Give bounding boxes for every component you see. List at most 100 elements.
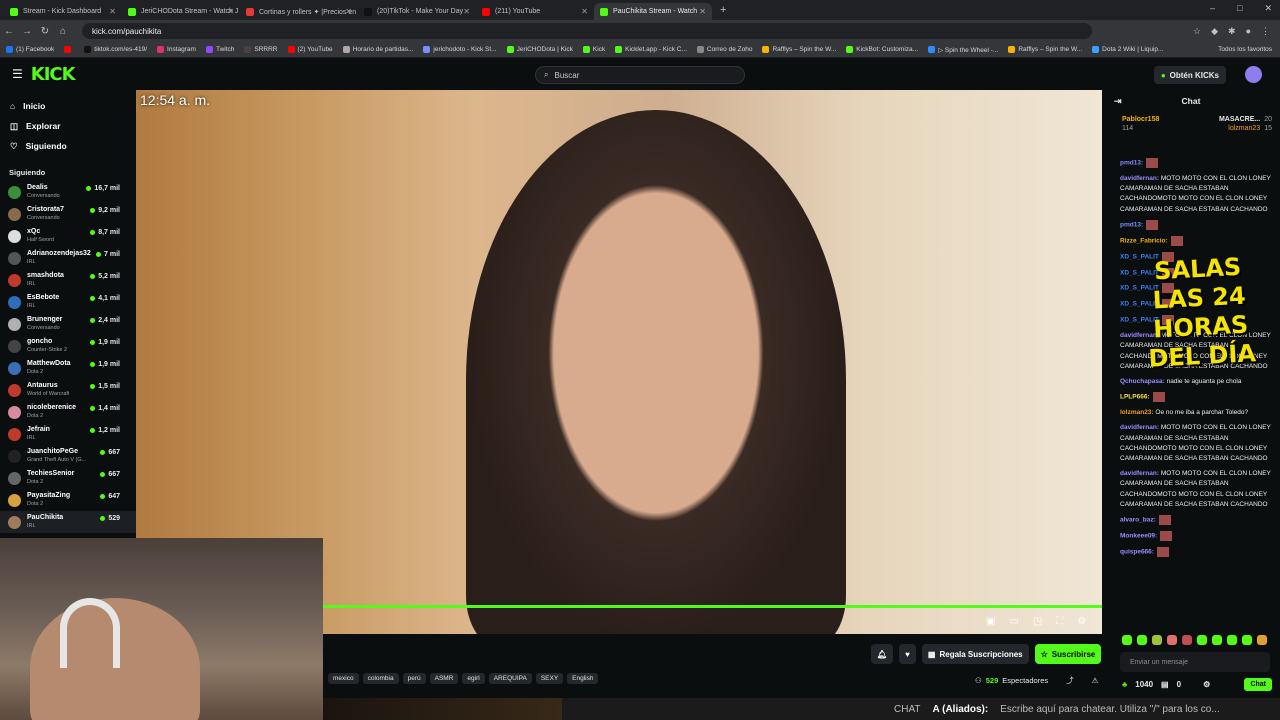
reload-icon[interactable]: ↻: [36, 26, 54, 37]
browser-tab[interactable]: JeriCHODota Stream - Watch J ✕: [122, 3, 240, 20]
settings-gear-icon[interactable]: ⚙: [1077, 616, 1086, 627]
bookmark-item[interactable]: KickBot: Customiza...: [846, 46, 918, 53]
video-progress-line[interactable]: [323, 605, 1102, 608]
followed-channel[interactable]: Jefrain IRL 1,2 mil: [0, 423, 136, 445]
followed-channel[interactable]: goncho Counter-Strike 2 1,9 mil: [0, 335, 136, 357]
followed-channel[interactable]: Brunenger Conversando 2,4 mil: [0, 313, 136, 335]
bookmark-item[interactable]: Rafflys – Spin the W...: [762, 46, 836, 53]
bookmark-item[interactable]: JeriCHODota | Kick: [506, 46, 573, 53]
stream-tag[interactable]: ASMR: [429, 673, 459, 684]
star-icon[interactable]: ☆: [1193, 26, 1201, 37]
quick-emote-icon[interactable]: [1242, 635, 1252, 645]
send-chat-button[interactable]: Chat: [1244, 678, 1272, 691]
browser-tab[interactable]: (20)TikTok - Make Your Day ✕: [358, 3, 476, 20]
menu-dots-icon[interactable]: ⋮: [1261, 26, 1270, 37]
quick-emote-icon[interactable]: [1227, 635, 1237, 645]
close-tab-icon[interactable]: ✕: [463, 7, 470, 16]
chat-username[interactable]: Monkeee09:: [1120, 533, 1157, 540]
forward-icon[interactable]: →: [18, 26, 36, 37]
bookmark-item[interactable]: SRRRR: [244, 46, 278, 53]
followed-channel[interactable]: Dealis Conversando 16,7 mil: [0, 181, 136, 203]
close-tab-icon[interactable]: ✕: [109, 7, 116, 16]
followed-channel[interactable]: smashdota IRL 5,2 mil: [0, 269, 136, 291]
theater-mode-icon[interactable]: ▭: [1009, 616, 1018, 627]
notifications-button[interactable]: 🔔︎: [871, 644, 894, 664]
close-tab-icon[interactable]: ✕: [699, 7, 706, 16]
hamburger-menu-icon[interactable]: ☰: [12, 67, 23, 81]
bookmark-item[interactable]: Kick: [582, 46, 605, 53]
followed-channel[interactable]: Antaurus World of Warcraft 1,5 mil: [0, 379, 136, 401]
followed-channel[interactable]: PayasitaZing Dota 2 647: [0, 489, 136, 511]
bookmark-item[interactable]: (1) Facebook: [6, 46, 54, 53]
bookmark-item[interactable]: Instagram: [157, 46, 196, 53]
followed-channel[interactable]: PauChikita IRL 529: [0, 511, 136, 533]
browser-tab[interactable]: PauChikita Stream - Watch ✕: [594, 3, 712, 20]
bookmark-item[interactable]: Twitch: [205, 46, 234, 53]
report-icon[interactable]: ⚠: [1092, 676, 1099, 685]
chat-settings-icon[interactable]: ⚙: [1203, 680, 1210, 689]
chat-username[interactable]: davidfernan:: [1120, 470, 1159, 477]
stream-tag[interactable]: perú: [402, 673, 426, 684]
user-avatar[interactable]: [1245, 66, 1262, 83]
collapse-chat-icon[interactable]: ⇥: [1114, 96, 1122, 107]
minimize-icon[interactable]: –: [1210, 3, 1215, 14]
sidebar-item-siguiendo[interactable]: ♡ Siguiendo: [0, 136, 136, 156]
quick-emote-icon[interactable]: [1152, 635, 1162, 645]
bookmark-item[interactable]: Correo de Zoho: [696, 46, 752, 53]
maximize-icon[interactable]: □: [1237, 3, 1242, 14]
close-tab-icon[interactable]: ✕: [227, 7, 234, 16]
bookmark-item[interactable]: [64, 46, 74, 53]
extension-icon[interactable]: ◆: [1211, 26, 1218, 37]
bookmark-item[interactable]: Dota 2 Wiki | Liquip...: [1092, 46, 1163, 53]
clip-icon[interactable]: ▣: [986, 616, 995, 627]
quick-emote-icon[interactable]: [1182, 635, 1192, 645]
bookmark-item[interactable]: Kicklet.app - Kick C...: [615, 46, 687, 53]
back-icon[interactable]: ←: [0, 26, 18, 37]
new-tab-icon[interactable]: +: [720, 4, 726, 16]
close-tab-icon[interactable]: ✕: [345, 7, 352, 16]
chat-username[interactable]: Rizze_Fabricio:: [1120, 237, 1168, 244]
puzzle-icon[interactable]: ✱: [1228, 26, 1236, 37]
browser-tab[interactable]: Stream - Kick Dashboard ✕: [4, 3, 122, 20]
quick-emote-icon[interactable]: [1167, 635, 1177, 645]
get-kicks-button[interactable]: ● Obtén KICKs: [1153, 66, 1226, 84]
bookmark-item[interactable]: tiktok.com/es-419/: [84, 46, 147, 53]
search-input[interactable]: ⌕ Buscar: [535, 66, 745, 84]
followed-channel[interactable]: EsBebote IRL 4,1 mil: [0, 291, 136, 313]
quick-emote-icon[interactable]: [1257, 635, 1267, 645]
chat-username[interactable]: quispe666:: [1120, 549, 1154, 556]
browser-tab[interactable]: (211) YouTube ✕: [476, 3, 594, 20]
chat-username[interactable]: lolzman23:: [1120, 409, 1154, 416]
chat-username[interactable]: pmd13:: [1120, 221, 1143, 228]
sidebar-item-explorar[interactable]: ◫ Explorar: [0, 116, 136, 136]
quick-emote-icon[interactable]: [1197, 635, 1207, 645]
stream-tag[interactable]: AREQUIPA: [488, 673, 532, 684]
followed-channel[interactable]: Cristorata7 Conversando 9,2 mil: [0, 203, 136, 225]
chat-username[interactable]: alvaro_baz:: [1120, 517, 1156, 524]
followed-channel[interactable]: MatthewDota Dota 2 1,9 mil: [0, 357, 136, 379]
quick-emote-icon[interactable]: [1212, 635, 1222, 645]
share-icon[interactable]: ⤴: [1066, 675, 1074, 686]
stream-tag[interactable]: English: [567, 673, 599, 684]
followed-channel[interactable]: Adrianozendejas32 IRL 7 mil: [0, 247, 136, 269]
stream-tag[interactable]: SEXY: [535, 673, 564, 684]
follow-button[interactable]: ♥: [899, 644, 916, 664]
gift-subs-button[interactable]: ▦ Regala Suscripciones: [921, 644, 1029, 664]
url-field[interactable]: kick.com/pauchikita: [82, 23, 1092, 39]
bookmark-item[interactable]: Rafflys – Spin the W...: [1008, 46, 1082, 53]
followed-channel[interactable]: nicoleberenice Dota 2 1,4 mil: [0, 401, 136, 423]
followed-channel[interactable]: TechiesSenior Dota 2 667: [0, 467, 136, 489]
chat-username[interactable]: davidfernan:: [1120, 175, 1159, 182]
bookmark-item[interactable]: jerichodoto - Kick St...: [423, 46, 497, 53]
chat-input[interactable]: Enviar un mensaje: [1120, 652, 1270, 672]
bookmark-item[interactable]: (2) YouTube: [287, 46, 333, 53]
pip-icon[interactable]: ◳: [1033, 616, 1042, 627]
bookmark-item[interactable]: Horario de partidas...: [342, 46, 413, 53]
quick-emote-icon[interactable]: [1137, 635, 1147, 645]
quick-emote-icon[interactable]: [1122, 635, 1132, 645]
browser-tab[interactable]: Cortinas y rollers ✦ |Precios en ✕: [240, 3, 358, 20]
sidebar-item-inicio[interactable]: ⌂ Inicio: [0, 96, 136, 116]
chat-username[interactable]: pmd13:: [1120, 160, 1143, 167]
fullscreen-icon[interactable]: ⛶: [1056, 616, 1063, 627]
chat-username[interactable]: Qchuchapasa:: [1120, 378, 1165, 385]
